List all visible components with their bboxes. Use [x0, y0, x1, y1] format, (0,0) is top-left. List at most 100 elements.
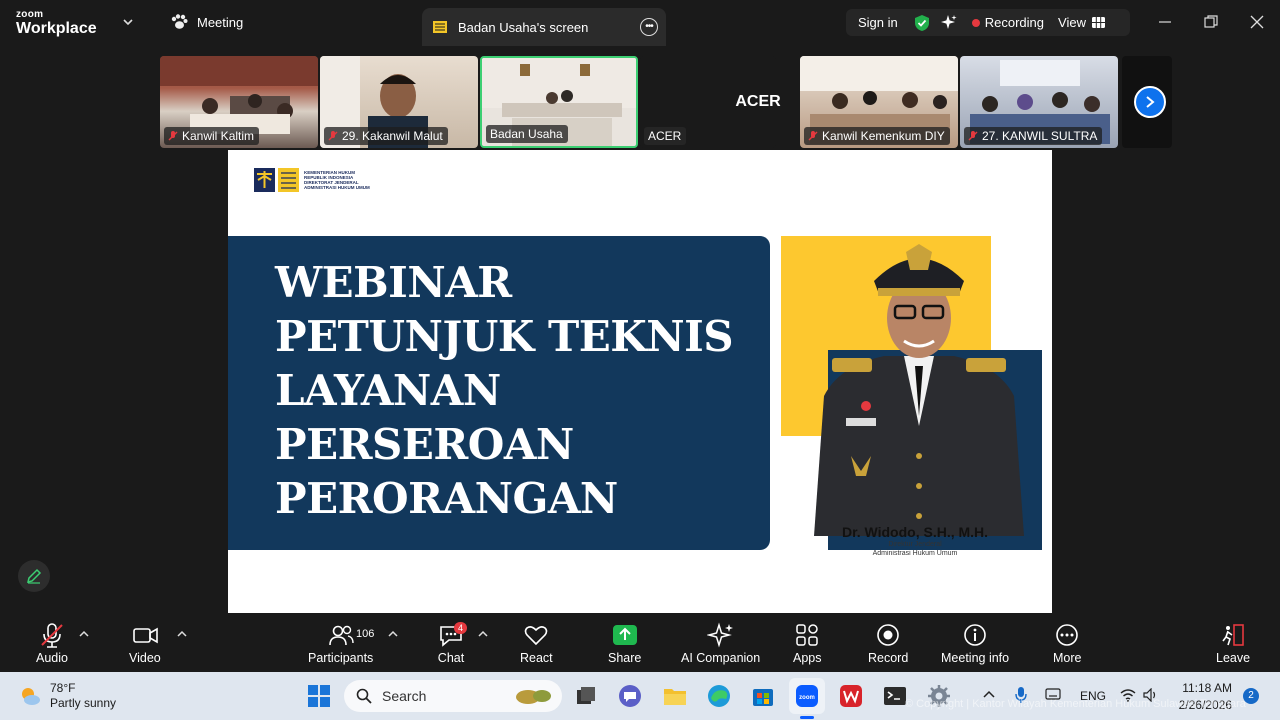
running-indicator	[800, 716, 814, 719]
clock-time: 11:18 AM	[1182, 681, 1232, 695]
mic-muted-icon	[168, 130, 178, 140]
chevron-up-icon[interactable]	[177, 630, 187, 638]
mic-muted-icon	[328, 130, 338, 140]
share-button[interactable]: Share	[608, 622, 641, 665]
shield-check-icon[interactable]	[914, 14, 930, 32]
copyright-watermark: © Copyright | Kantor Wilayah Kementerian…	[905, 698, 1246, 710]
next-page-button[interactable]	[1134, 86, 1166, 118]
mic-muted-icon	[968, 130, 978, 140]
windows-taskbar: 78°F Partly sunny Search zoom ENG 11:18 …	[0, 672, 1280, 720]
speaker-caption: Dr. Widodo, S.H., M.H. Direktur Jenderal…	[790, 524, 1040, 558]
grid-view-icon	[1091, 17, 1105, 28]
mic-muted-icon	[41, 623, 63, 648]
svg-text:zoom: zoom	[799, 695, 815, 701]
meeting-button[interactable]: Meeting	[170, 14, 243, 30]
participant-name: 29. Kakanwil Malut	[342, 129, 443, 143]
apps-button[interactable]: Apps	[793, 622, 822, 665]
restore-icon[interactable]	[1203, 14, 1219, 30]
view-button[interactable]: View	[1058, 15, 1105, 30]
apps-icon	[796, 624, 818, 646]
participant-name: Badan Usaha	[490, 127, 563, 141]
participant-tile[interactable]: 27. KANWIL SULTRA	[960, 56, 1118, 148]
participant-tile[interactable]: Kanwil Kaltim	[160, 56, 318, 148]
speaker-title: Administrasi Hukum Umum	[872, 550, 958, 557]
annotate-button[interactable]	[18, 560, 50, 592]
participant-tile[interactable]: Kanwil Kemenkum DIY	[800, 56, 958, 148]
slide-headline: WEBINAR PETUNJUK TEKNIS LAYANAN PERSEROA…	[275, 256, 734, 526]
minimize-icon[interactable]	[1157, 14, 1173, 30]
record-icon	[877, 624, 899, 646]
edge-browser-icon[interactable]	[705, 682, 733, 710]
title-bar: zoom Workplace Meeting Badan Usaha's scr…	[0, 0, 1280, 48]
search-placeholder: Search	[382, 688, 427, 704]
headline-panel: WEBINAR PETUNJUK TEKNIS LAYANAN PERSEROA…	[228, 236, 770, 550]
search-icon	[356, 688, 372, 704]
shared-screen-content: KEMENTERIAN HUKUM REPUBLIK INDONESIA DIR…	[228, 150, 1052, 613]
paw-icon	[171, 14, 188, 29]
more-label: More	[1053, 651, 1082, 665]
shared-screen-tab[interactable]: Badan Usaha's screen •••	[422, 8, 666, 46]
participant-name: Kanwil Kaltim	[182, 129, 255, 143]
participants-count: 106	[356, 628, 375, 640]
participant-label: 29. Kakanwil Malut	[324, 127, 448, 145]
zoom-app-icon[interactable]: zoom	[793, 682, 821, 710]
ai-companion-button[interactable]: AI Companion	[681, 622, 760, 665]
chevron-up-icon[interactable]	[79, 630, 89, 638]
headline-line: LAYANAN	[275, 366, 501, 415]
participant-label: 27. KANWIL SULTRA	[964, 127, 1103, 145]
zoom-logo: zoom Workplace	[16, 10, 97, 37]
audio-label: Audio	[36, 651, 68, 665]
audio-button[interactable]: Audio	[36, 622, 68, 665]
weather-widget[interactable]: 78°F Partly sunny	[18, 681, 116, 711]
ministry-emblem-icon	[254, 168, 299, 192]
participant-tile[interactable]: 29. Kakanwil Malut	[320, 56, 478, 148]
meeting-info-button[interactable]: Meeting info	[941, 622, 1009, 665]
heart-icon	[525, 626, 548, 646]
microsoft-store-icon[interactable]	[749, 682, 777, 710]
video-label: Video	[129, 651, 161, 665]
chevron-up-icon[interactable]	[388, 630, 398, 638]
task-view-icon[interactable]	[572, 682, 600, 710]
wps-office-icon[interactable]	[837, 682, 865, 710]
meeting-info-label: Meeting info	[941, 651, 1010, 665]
chevron-right-icon	[1146, 96, 1155, 108]
speaker-portrait	[814, 244, 1024, 536]
ai-sparkle-icon	[706, 622, 733, 648]
close-icon[interactable]	[1249, 14, 1265, 30]
brand-bottom-text: Workplace	[16, 20, 97, 37]
partly-sunny-icon	[22, 688, 40, 705]
participant-tile-active[interactable]: Badan Usaha	[480, 56, 638, 148]
file-explorer-icon[interactable]	[661, 682, 689, 710]
meeting-label: Meeting	[197, 14, 244, 30]
participant-name: Kanwil Kemenkum DIY	[822, 129, 945, 143]
share-screen-icon	[612, 625, 637, 645]
more-options-icon[interactable]: •••	[640, 18, 658, 36]
top-right-controls: Sign in Recording View	[846, 9, 1130, 36]
participant-strip: Kanwil Kaltim 29. Kakanwil Malut Badan U…	[160, 56, 1172, 148]
mic-muted-icon	[808, 130, 818, 140]
more-dots-icon	[1056, 624, 1079, 646]
video-button[interactable]: Video	[129, 622, 161, 665]
participants-icon	[328, 625, 354, 646]
headline-line: PERSEROAN	[275, 420, 574, 469]
windows-start-icon[interactable]	[305, 682, 333, 710]
teams-chat-icon[interactable]	[616, 682, 644, 710]
recording-indicator[interactable]: Recording	[971, 15, 1045, 30]
chevron-up-icon[interactable]	[478, 630, 488, 638]
headline-line: PERORANGAN	[275, 474, 618, 523]
recording-dot-icon	[971, 18, 980, 27]
ai-sparkle-icon[interactable]	[940, 14, 958, 32]
pencil-icon	[26, 568, 42, 584]
more-button[interactable]: More	[1053, 622, 1081, 665]
recording-label: Recording	[984, 15, 1045, 30]
weather-text: 78°F Partly sunny	[50, 681, 116, 711]
react-button[interactable]: React	[520, 622, 553, 665]
record-button[interactable]: Record	[868, 622, 908, 665]
taskbar-search[interactable]: Search	[344, 680, 562, 712]
chevron-down-icon[interactable]	[122, 16, 134, 28]
temperature: 78°F	[50, 681, 76, 695]
participant-label: Kanwil Kaltim	[164, 127, 260, 145]
video-camera-icon	[133, 627, 158, 644]
leave-button[interactable]: Leave	[1216, 622, 1250, 665]
sign-in-button[interactable]: Sign in	[858, 15, 898, 30]
